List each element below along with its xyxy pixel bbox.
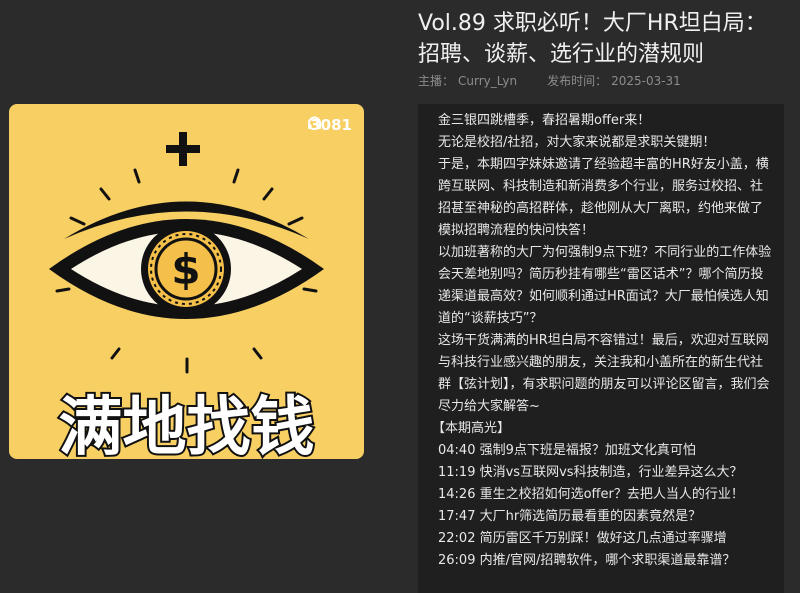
episode-title: Vol.89 求职必听！大厂HR坦白局：招聘、谈薪、选行业的潜规则	[418, 11, 767, 67]
description-paragraph: 以加班著称的大厂为何强制9点下班？不同行业的工作体验会天差地别吗？简历秒挂有哪些…	[438, 245, 772, 326]
play-count: 3081	[307, 116, 352, 134]
highlight-item[interactable]: 04:40 强制9点下班是福报？加班文化真可怕	[438, 440, 774, 462]
episode-cover[interactable]: $ 3081 满地找钱	[9, 104, 364, 459]
highlight-item[interactable]: 22:02 简历雷区千万别踩！做好这几点通过率骤增	[438, 528, 774, 550]
description-paragraph: 这场干货满满的HR坦白局不容错过！最后，欢迎对互联网与科技行业感兴趣的朋友，关注…	[438, 333, 770, 414]
date-label: 发布时间：	[547, 74, 608, 88]
highlight-item[interactable]: 11:19 快消vs互联网vs科技制造，行业差异这么大？	[438, 462, 774, 484]
highlight-item[interactable]: 17:47 大厂hr筛选简历最看重的因素竟然是？	[438, 506, 774, 528]
highlight-item[interactable]: 26:09 内推/官网/招聘软件，哪个求职渠道最靠谱？	[438, 550, 774, 572]
publish-date: 2025-03-31	[611, 74, 681, 88]
svg-text:$: $	[171, 245, 200, 294]
highlights-title: 【本期高光】	[432, 421, 511, 436]
host-label: 主播：	[418, 74, 455, 88]
description-paragraph: 金三银四跳槽季，春招暑期offer来！	[438, 113, 651, 128]
description-paragraph: 无论是校招/社招，对大家来说都是求职关键期！	[438, 135, 716, 150]
description-paragraph: 于是，本期四字妹妹邀请了经验超丰富的HR好友小盖，横跨互联网、科技制造和新消费多…	[438, 157, 769, 238]
episode-meta: 主播： Curry_Lyn 发布时间： 2025-03-31	[418, 72, 685, 89]
highlight-item[interactable]: 14:26 重生之校招如何选offer？去把人当人的行业！	[438, 484, 774, 506]
host-name[interactable]: Curry_Lyn	[458, 74, 517, 88]
cover-title: 满地找钱	[57, 389, 317, 459]
episode-description[interactable]: 金三银四跳槽季，春招暑期offer来！ 无论是校招/社招，对大家来说都是求职关键…	[418, 104, 784, 593]
